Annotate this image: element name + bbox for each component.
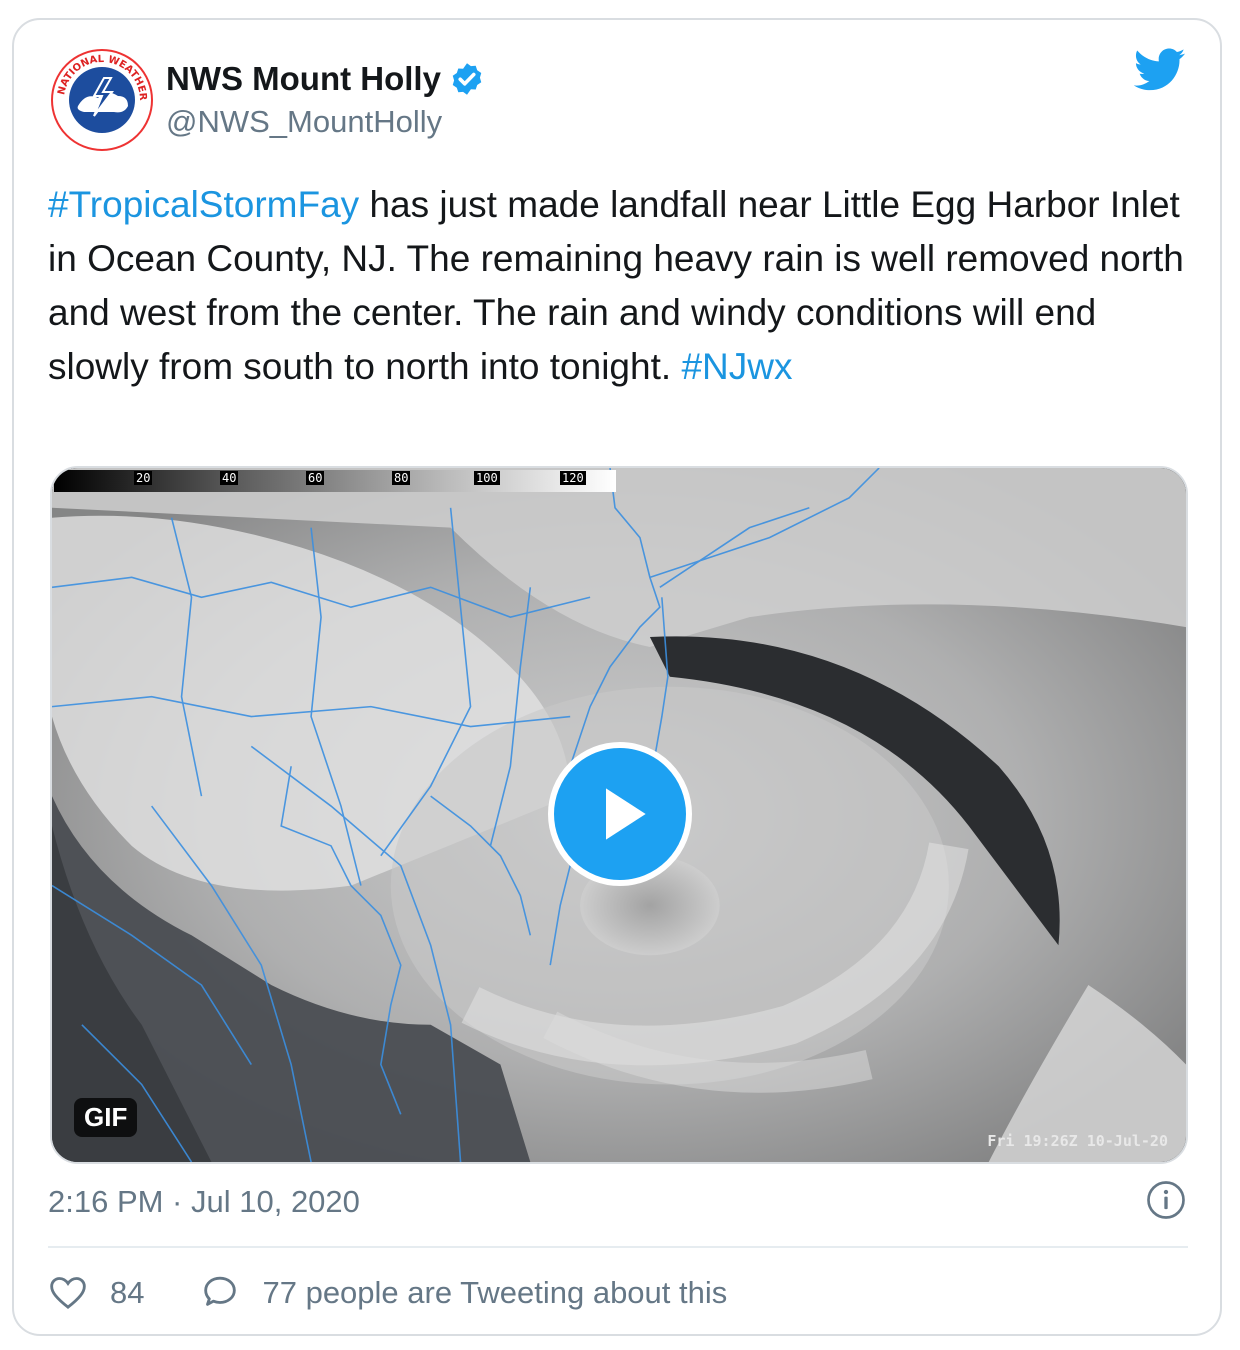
- tweet-timestamp[interactable]: 2:16 PM · Jul 10, 2020: [48, 1184, 360, 1220]
- nws-logo-icon: NATIONAL WEATHER SERVICE: [46, 40, 153, 151]
- tweet-card[interactable]: NATIONAL WEATHER SERVICE NWS Mount Holly…: [12, 18, 1222, 1336]
- play-button[interactable]: [548, 742, 692, 886]
- divider: [48, 1246, 1188, 1248]
- color-scale-bar: 20 40 60 80 100 120: [54, 470, 616, 492]
- gif-badge: GIF: [74, 1098, 138, 1137]
- scale-tick: 120: [560, 471, 586, 485]
- hashtag-link[interactable]: #NJwx: [681, 346, 792, 387]
- hashtag-link[interactable]: #TropicalStormFay: [48, 184, 359, 225]
- scale-tick: 60: [306, 471, 325, 485]
- like-count: 84: [110, 1275, 145, 1310]
- avatar[interactable]: NATIONAL WEATHER SERVICE: [46, 40, 154, 152]
- media-gif[interactable]: 20 40 60 80 100 120 GIF Fri 19:26Z 10-Ju…: [50, 466, 1188, 1164]
- scale-tick: 40: [220, 471, 239, 485]
- speech-bubble-icon: [204, 1276, 237, 1306]
- scale-tick: 80: [392, 471, 411, 485]
- play-icon: [606, 788, 646, 840]
- tweeting-about-link[interactable]: 77 people are Tweeting about this: [200, 1273, 727, 1313]
- tweet-text: #TropicalStormFay has just made landfall…: [48, 178, 1188, 394]
- author-name-label: NWS Mount Holly: [166, 60, 441, 97]
- heart-icon: [50, 1277, 86, 1309]
- verified-badge-icon: [452, 63, 482, 95]
- author-handle[interactable]: @NWS_MountHolly: [166, 104, 442, 140]
- twitter-bird-icon[interactable]: [1134, 48, 1186, 92]
- info-icon[interactable]: [1146, 1180, 1186, 1220]
- scale-tick: 100: [474, 471, 500, 485]
- tweeting-label: 77 people are Tweeting about this: [262, 1275, 728, 1310]
- like-button[interactable]: 84: [48, 1273, 144, 1313]
- author-name[interactable]: NWS Mount Holly: [166, 60, 485, 98]
- satellite-timestamp: Fri 19:26Z 10-Jul-20: [987, 1132, 1168, 1150]
- scale-tick: 20: [134, 471, 153, 485]
- action-bar: 84 77 people are Tweeting about this: [48, 1270, 727, 1316]
